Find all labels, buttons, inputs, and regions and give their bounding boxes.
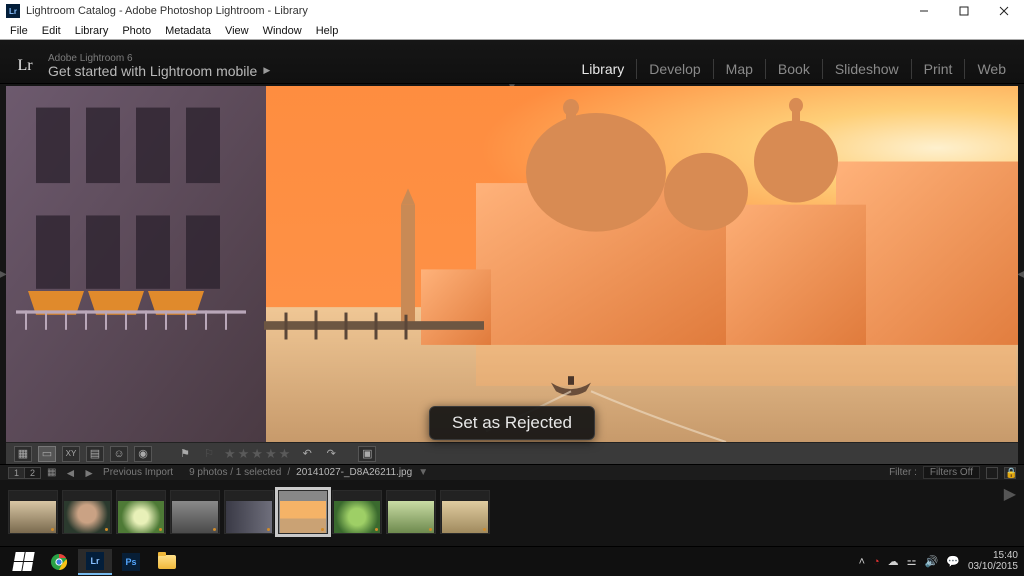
- mobile-promo-link[interactable]: Get started with Lightroom mobile ▶: [48, 64, 270, 79]
- windows-taskbar: Lr Ps ˄ ◔ ☁ ⚍ 🔊 💬 15:40 03/10/2015: [0, 546, 1024, 576]
- rotate-ccw-button[interactable]: ↶: [298, 446, 316, 462]
- module-picker: Library Develop Map Book Slideshow Print…: [570, 59, 1007, 79]
- thumbnail-8[interactable]: [386, 490, 436, 534]
- taskbar-explorer[interactable]: [150, 549, 184, 575]
- path-separator: /: [287, 467, 290, 478]
- lightroom-icon: Lr: [86, 552, 104, 570]
- window-maximize-button[interactable]: [944, 0, 984, 22]
- window-minimize-button[interactable]: [904, 0, 944, 22]
- start-button[interactable]: [6, 549, 40, 575]
- module-develop[interactable]: Develop: [637, 59, 713, 79]
- thumbnail-5[interactable]: [224, 490, 274, 534]
- view-survey-button[interactable]: ▤: [86, 446, 104, 462]
- folder-icon: [158, 555, 176, 569]
- menu-view[interactable]: View: [219, 24, 255, 38]
- filmstrip-scroll-right[interactable]: ▶: [1004, 484, 1016, 504]
- rotate-cw-button[interactable]: ↷: [322, 446, 340, 462]
- lightroom-app-icon: Lr: [6, 4, 20, 18]
- thumbnail-7[interactable]: [332, 490, 382, 534]
- thumbnail-3[interactable]: [116, 490, 166, 534]
- window-close-button[interactable]: [984, 0, 1024, 22]
- painter-button[interactable]: ◉: [134, 446, 152, 462]
- clock-time: 15:40: [968, 551, 1018, 562]
- windows-logo-icon: [12, 552, 34, 571]
- filter-dropdown[interactable]: Filters Off: [923, 466, 980, 479]
- menu-edit[interactable]: Edit: [36, 24, 67, 38]
- brand-label: Adobe Lightroom 6: [48, 53, 270, 64]
- monitor-1[interactable]: 1: [9, 468, 25, 478]
- system-tray: ˄ ◔ ☁ ⚍ 🔊 💬 15:40 03/10/2015: [859, 551, 1018, 572]
- preview-image: [6, 86, 1018, 442]
- menu-help[interactable]: Help: [310, 24, 345, 38]
- tray-avira-icon[interactable]: ◔: [873, 556, 880, 568]
- taskbar-photoshop[interactable]: Ps: [114, 549, 148, 575]
- tray-onedrive-icon[interactable]: ☁: [888, 555, 899, 568]
- right-panel-handle[interactable]: ◀: [1018, 267, 1024, 281]
- thumbnail-6[interactable]: [278, 490, 328, 534]
- filter-preset-button[interactable]: [986, 467, 998, 479]
- menu-photo[interactable]: Photo: [116, 24, 157, 38]
- nav-arrows: ◄ ►: [62, 466, 97, 480]
- loupe-preview[interactable]: [6, 86, 1018, 442]
- tray-overflow-icon[interactable]: ˄: [859, 556, 865, 568]
- module-library[interactable]: Library: [570, 59, 638, 79]
- tray-notifications-icon[interactable]: 💬: [946, 555, 960, 568]
- menu-library[interactable]: Library: [69, 24, 115, 38]
- module-web[interactable]: Web: [965, 59, 1006, 79]
- menu-window[interactable]: Window: [257, 24, 308, 38]
- thumbnail-2[interactable]: [62, 490, 112, 534]
- tray-wifi-icon[interactable]: ⚍: [907, 555, 917, 569]
- window-titlebar: Lr Lightroom Catalog - Adobe Photoshop L…: [0, 0, 1024, 22]
- clock-date: 03/10/2015: [968, 562, 1018, 573]
- filmstrip-header: 1 2 ▦ ◄ ► Previous Import 9 photos / 1 s…: [0, 464, 1024, 480]
- lightroom-logo-icon: Lr: [12, 53, 38, 79]
- tray-volume-icon[interactable]: 🔊: [925, 555, 939, 568]
- menu-file[interactable]: File: [4, 24, 34, 38]
- dropdown-icon[interactable]: ▼: [418, 467, 428, 478]
- status-toast: Set as Rejected: [429, 406, 595, 440]
- view-grid-button[interactable]: ▦: [14, 446, 32, 462]
- module-print[interactable]: Print: [912, 59, 966, 79]
- mobile-promo-text: Get started with Lightroom mobile: [48, 64, 257, 79]
- identity-plate: Lr Adobe Lightroom 6 Get started with Li…: [12, 53, 270, 79]
- flag-reject-button[interactable]: ⚐: [200, 446, 218, 462]
- filter-label: Filter :: [889, 467, 917, 478]
- slideshow-button[interactable]: ▣: [358, 446, 376, 462]
- monitor-2[interactable]: 2: [25, 468, 40, 478]
- view-loupe-button[interactable]: ▭: [38, 446, 56, 462]
- photoshop-icon: Ps: [122, 553, 140, 571]
- module-slideshow[interactable]: Slideshow: [823, 59, 912, 79]
- thumbnail-1[interactable]: [8, 490, 58, 534]
- source-label[interactable]: Previous Import: [103, 467, 173, 478]
- play-icon: ▶: [263, 66, 270, 76]
- secondary-display-toggle[interactable]: 1 2: [8, 467, 41, 479]
- thumbnail-4[interactable]: [170, 490, 220, 534]
- menu-metadata[interactable]: Metadata: [159, 24, 217, 38]
- photo-count: 9 photos / 1 selected: [189, 467, 281, 478]
- taskbar-chrome[interactable]: [42, 549, 76, 575]
- thumbnail-9[interactable]: [440, 490, 490, 534]
- filter-value: Filters Off: [930, 467, 973, 478]
- chrome-icon: [50, 553, 68, 571]
- status-toast-text: Set as Rejected: [452, 413, 572, 432]
- grid-shortcut-icon[interactable]: ▦: [47, 467, 56, 478]
- rating-stars[interactable]: ★★★★★: [224, 446, 292, 462]
- module-map[interactable]: Map: [714, 59, 766, 79]
- nav-forward-button[interactable]: ►: [81, 466, 97, 480]
- nav-back-button[interactable]: ◄: [62, 466, 78, 480]
- flag-pick-button[interactable]: ⚑: [176, 446, 194, 462]
- loupe-toolbar: ▦ ▭ XY ▤ ☺ ◉ ⚑ ⚐ ★★★★★ ↶ ↷ ▣: [6, 442, 1018, 464]
- filter-lock-button[interactable]: 🔒: [1004, 467, 1016, 479]
- filmstrip[interactable]: ▶: [0, 480, 1024, 546]
- module-book[interactable]: Book: [766, 59, 823, 79]
- taskbar-lightroom[interactable]: Lr: [78, 549, 112, 575]
- view-people-button[interactable]: ☺: [110, 446, 128, 462]
- taskbar-clock[interactable]: 15:40 03/10/2015: [968, 551, 1018, 572]
- window-title: Lightroom Catalog - Adobe Photoshop Ligh…: [26, 5, 308, 17]
- view-compare-button[interactable]: XY: [62, 446, 80, 462]
- current-filename: 20141027-_D8A26211.jpg: [296, 467, 412, 478]
- menu-bar: File Edit Library Photo Metadata View Wi…: [0, 22, 1024, 40]
